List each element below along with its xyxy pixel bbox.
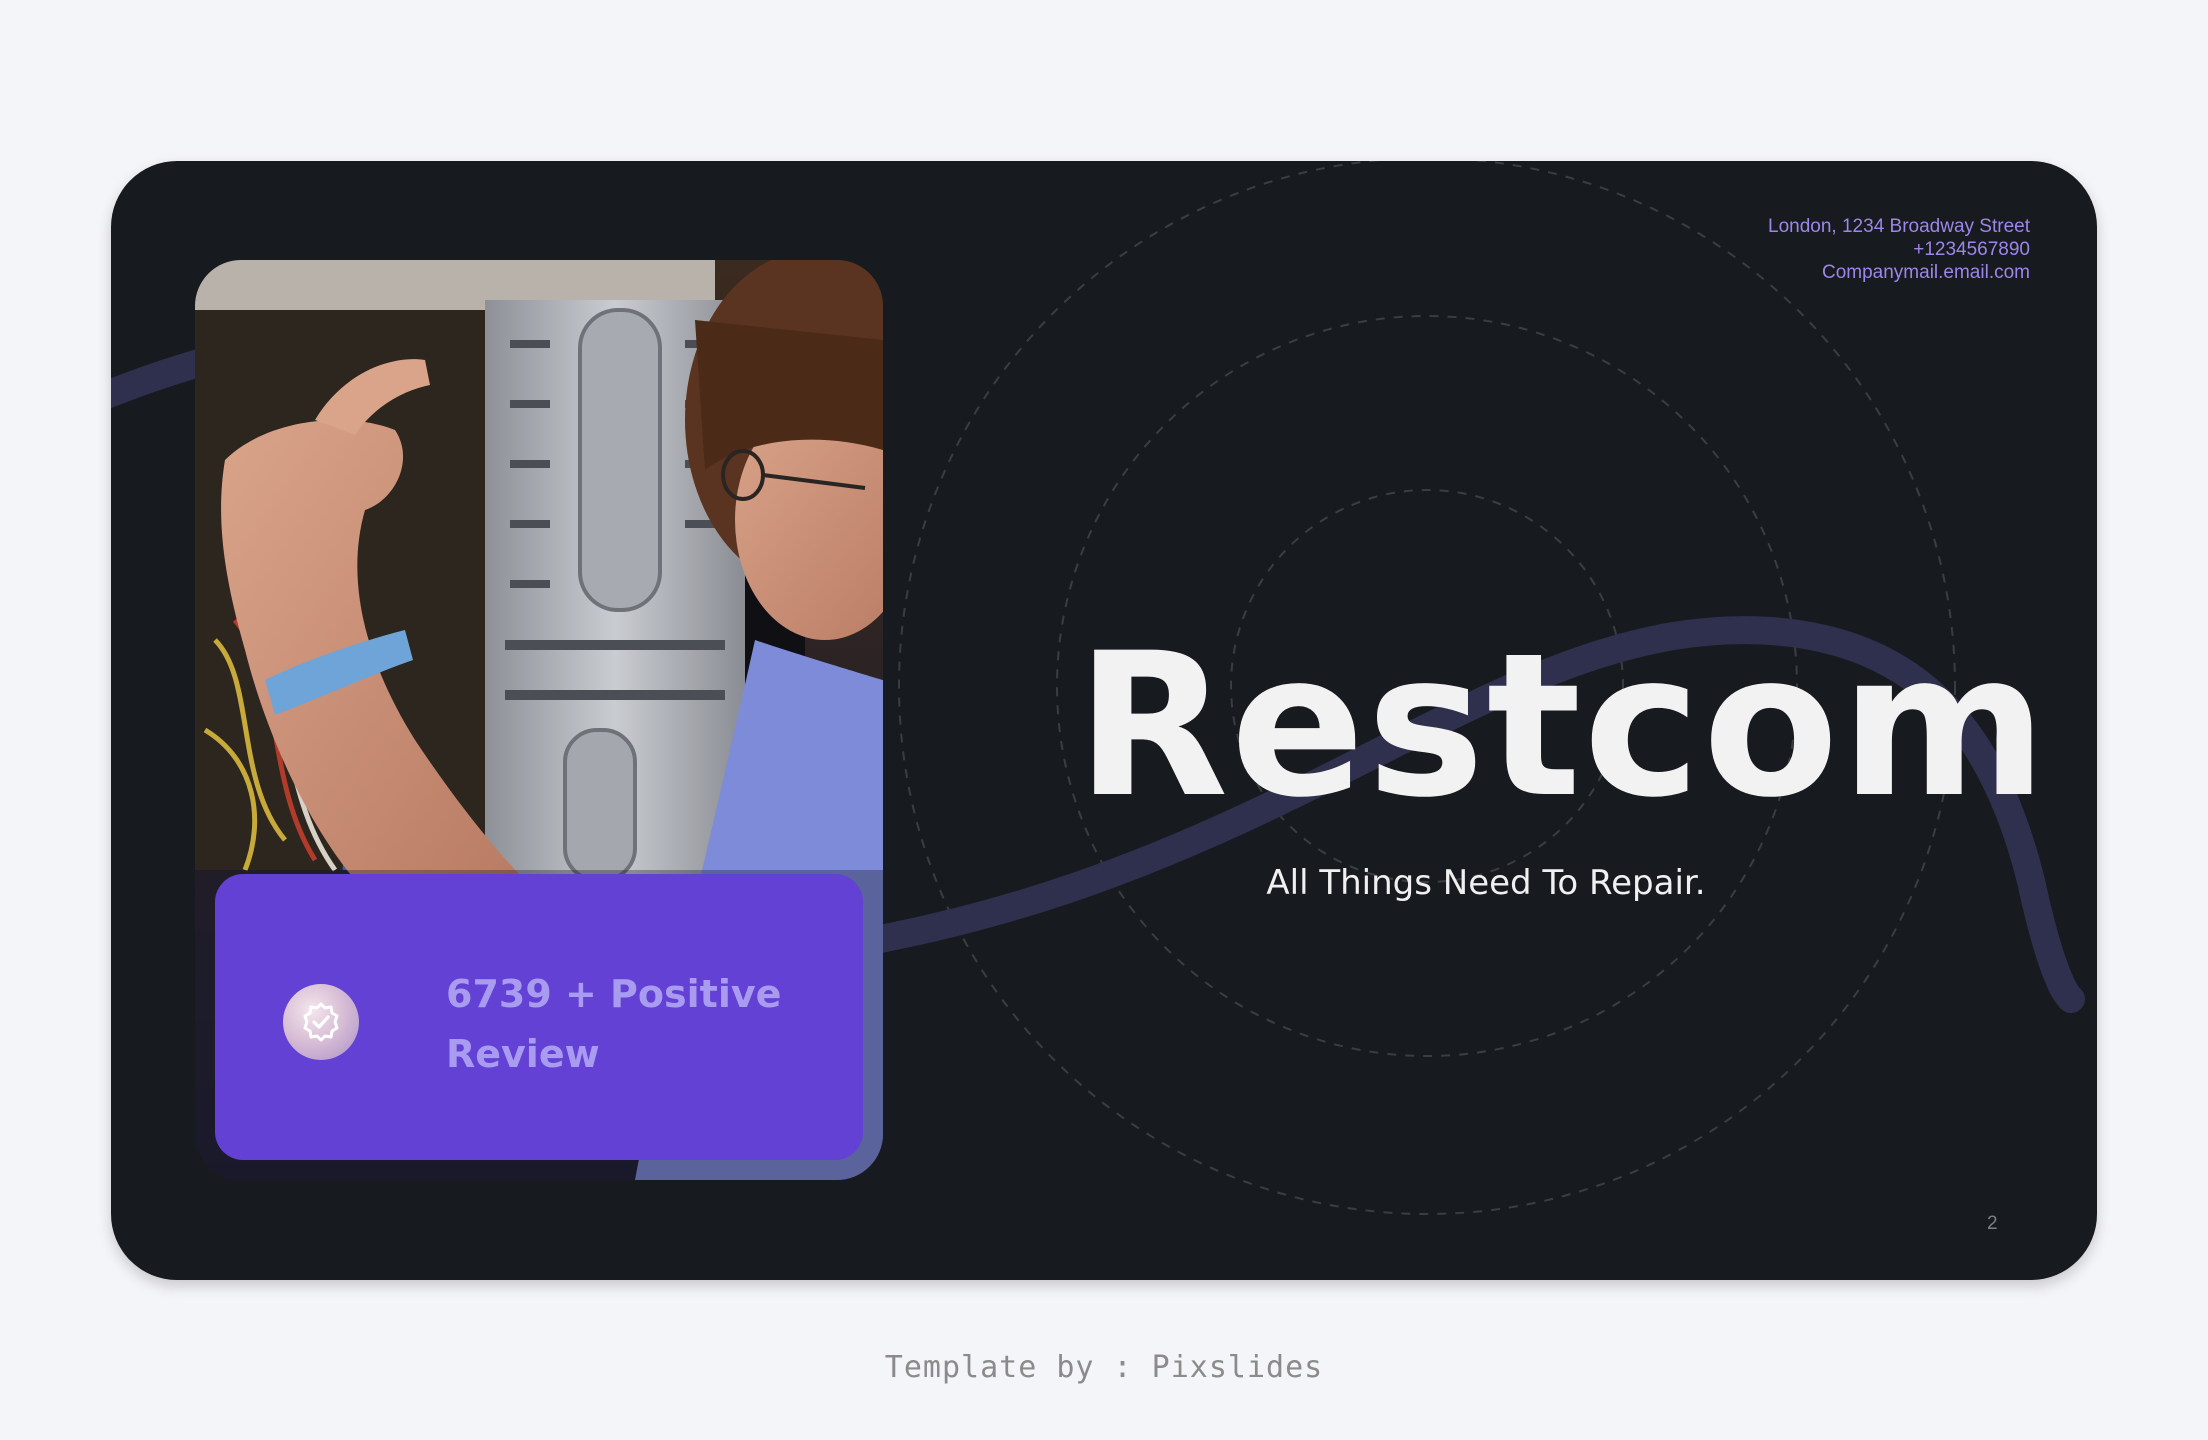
brand-title: Restcom bbox=[1076, 610, 2049, 841]
verified-check-icon bbox=[283, 984, 359, 1060]
page-number: 2 bbox=[1987, 1213, 1998, 1234]
contact-email: Companymail.email.com bbox=[1821, 262, 2030, 283]
contact-phone: +1234567890 bbox=[1913, 239, 2030, 260]
brand-tagline: All Things Need To Repair. bbox=[1266, 863, 1706, 903]
slide: 6739 + Positive Review London, 1234 Broa… bbox=[111, 161, 2097, 1280]
review-count-text: 6739 + Positive Review bbox=[446, 972, 782, 1076]
wave-stroke-left bbox=[111, 347, 220, 409]
positive-review-card: 6739 + Positive Review bbox=[215, 874, 863, 1160]
template-credit: Template by : Pixslides bbox=[884, 1350, 1324, 1385]
contact-info: London, 1234 Broadway Street +1234567890… bbox=[1768, 215, 2030, 284]
contact-address: London, 1234 Broadway Street bbox=[1768, 216, 2030, 237]
